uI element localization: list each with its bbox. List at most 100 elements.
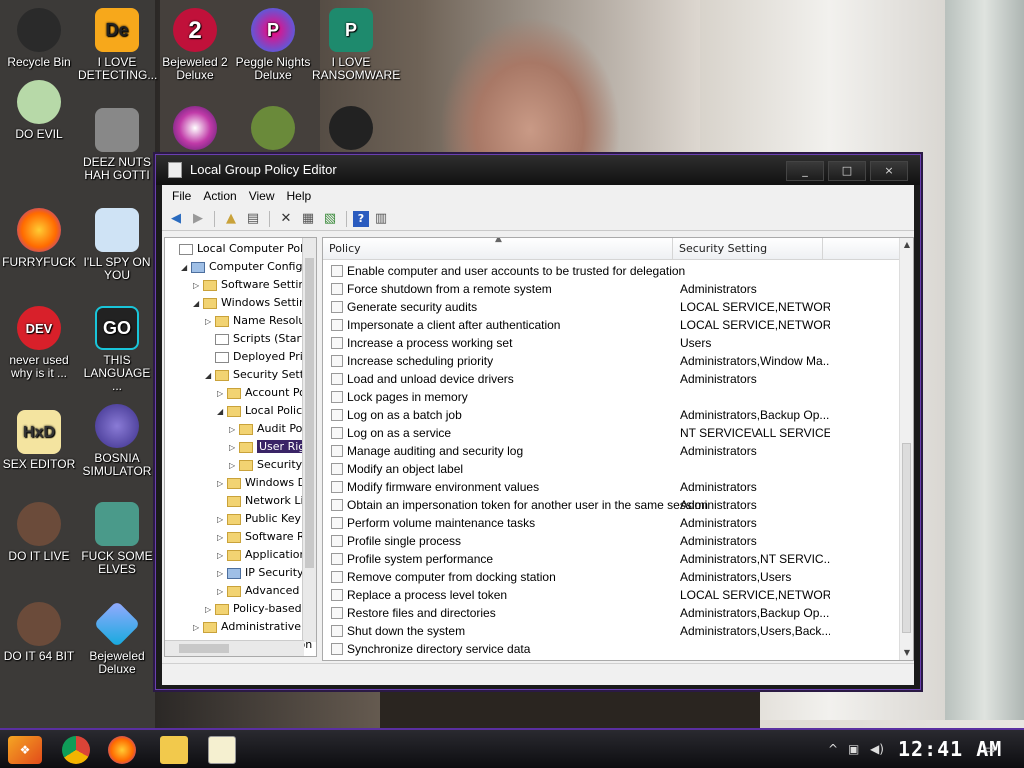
- maximize-button[interactable]: □: [828, 161, 866, 181]
- tree-node[interactable]: ▷Administrative Templates: [193, 618, 316, 637]
- policy-row[interactable]: Enable computer and user accounts to be …: [323, 262, 901, 280]
- tree-expander-icon[interactable]: ▷: [205, 601, 215, 619]
- tree-node[interactable]: Local Computer Policy: [169, 240, 316, 258]
- desktop-icon-peggle-nights[interactable]: P Peggle Nights Deluxe: [234, 8, 312, 82]
- policy-row[interactable]: Log on as a service NT SERVICE\ALL SERVIC…: [323, 424, 901, 442]
- policy-row[interactable]: Force shutdown from a remote system Admin…: [323, 280, 901, 298]
- tree-node[interactable]: Scripts (Startup/Shutdown): [205, 330, 316, 348]
- tree-node[interactable]: ▷ Software Settings: [193, 276, 316, 295]
- policy-row[interactable]: Load and unload device drivers Administra…: [323, 370, 901, 388]
- policy-row[interactable]: Impersonate a client after authenticatio…: [323, 316, 901, 334]
- network-icon[interactable]: ▣: [848, 742, 859, 756]
- view-icon[interactable]: ▥: [371, 210, 391, 228]
- scroll-down-arrow-icon[interactable]: ▼: [900, 646, 913, 660]
- policy-row[interactable]: Lock pages in memory: [323, 388, 901, 406]
- desktop-icon-bejeweled2[interactable]: 2 Bejeweled 2 Deluxe: [156, 8, 234, 82]
- properties-icon[interactable]: ▦: [298, 210, 318, 228]
- policy-row[interactable]: Profile system performance Administrators…: [323, 550, 901, 568]
- policy-row[interactable]: Shut down the system Administrators,Users…: [323, 622, 901, 640]
- tree-hscroll-thumb[interactable]: [179, 644, 229, 653]
- tree-expander-icon[interactable]: ▷: [217, 583, 227, 601]
- tree-expander-icon[interactable]: ▷: [229, 457, 239, 475]
- tree-node[interactable]: ▷Name Resolution Policy: [205, 312, 316, 331]
- tree-node[interactable]: ◢ Computer Configuration: [181, 258, 316, 277]
- policy-row[interactable]: Replace a process level token LOCAL SERVI…: [323, 586, 901, 604]
- tree-vertical-scrollbar[interactable]: [302, 238, 316, 642]
- policy-row[interactable]: Remove computer from docking station Admi…: [323, 568, 901, 586]
- console-tree[interactable]: Local Computer Policy ◢ Computer Configura…: [164, 237, 317, 657]
- policy-row[interactable]: Synchronize directory service data: [323, 640, 901, 658]
- desktop-icon-ransomware[interactable]: P I LOVE RANSOMWARE: [312, 8, 400, 82]
- policy-row[interactable]: Restore files and directories Administrat…: [323, 604, 901, 622]
- column-header-security-setting[interactable]: Security Setting: [673, 238, 823, 260]
- menu-file[interactable]: File: [166, 189, 197, 203]
- menu-help[interactable]: Help: [281, 189, 318, 203]
- desktop-icon-deez-nuts[interactable]: DEEZ NUTS HAH GOTTI: [78, 108, 156, 182]
- group-policy-editor-window[interactable]: Local Group Policy Editor _ □ × File Act…: [155, 154, 921, 690]
- back-arrow-icon[interactable]: ◀: [166, 210, 186, 228]
- tree-expander-icon[interactable]: ▷: [217, 529, 227, 547]
- menu-view[interactable]: View: [243, 189, 281, 203]
- tree-expander-icon[interactable]: ◢: [193, 295, 203, 313]
- close-button[interactable]: ×: [870, 161, 908, 181]
- up-folder-icon[interactable]: ▲: [221, 210, 241, 228]
- policy-row[interactable]: Modify firmware environment values Admini…: [323, 478, 901, 496]
- tree-expander-icon[interactable]: ◢: [181, 259, 191, 277]
- tree-horizontal-scrollbar[interactable]: [165, 640, 304, 656]
- tree-node[interactable]: Deployed Printers: [205, 348, 316, 366]
- notepad-icon[interactable]: [208, 736, 236, 764]
- notification-icon[interactable]: ▭: [984, 742, 995, 756]
- window-titlebar[interactable]: Local Group Policy Editor _ □ ×: [156, 155, 920, 185]
- tree-expander-icon[interactable]: ▷: [193, 277, 203, 295]
- chevron-up-icon[interactable]: ^: [828, 742, 838, 756]
- policy-row[interactable]: Log on as a batch job Administrators,Back…: [323, 406, 901, 424]
- desktop-icon-sex-editor[interactable]: HxD SEX EDITOR: [0, 410, 78, 471]
- tree-expander-icon[interactable]: ▷: [229, 439, 239, 457]
- policy-row[interactable]: Modify an object label: [323, 460, 901, 478]
- desktop-icon-do-it-live[interactable]: DO IT LIVE: [0, 502, 78, 563]
- minimize-button[interactable]: _: [786, 161, 824, 181]
- policy-row[interactable]: Perform volume maintenance tasks Administ…: [323, 514, 901, 532]
- policy-row[interactable]: Manage auditing and security log Administ…: [323, 442, 901, 460]
- desktop-icon-bejeweled-deluxe[interactable]: Bejeweled Deluxe: [78, 600, 156, 676]
- list-vertical-scrollbar[interactable]: ▲ ▼: [899, 238, 913, 660]
- desktop-icon-recycle-bin[interactable]: Recycle Bin: [0, 8, 78, 69]
- help-icon[interactable]: ?: [353, 210, 369, 227]
- delete-icon[interactable]: ✕: [276, 210, 296, 228]
- desktop-icon-spy[interactable]: I'LL SPY ON YOU: [78, 208, 156, 282]
- tree-expander-icon[interactable]: ▷: [217, 385, 227, 403]
- tree-expander-icon[interactable]: ▷: [205, 313, 215, 331]
- list-scroll-thumb[interactable]: [902, 443, 911, 633]
- policy-row[interactable]: Increase scheduling priority Administrato…: [323, 352, 901, 370]
- tree-node[interactable]: ▷Policy-based QoS: [205, 600, 316, 619]
- desktop-icon-go[interactable]: GO THIS LANGUAGE ...: [78, 306, 156, 393]
- tree-expander-icon[interactable]: ◢: [205, 367, 215, 385]
- tree-expander-icon[interactable]: ◢: [217, 403, 227, 421]
- policy-row[interactable]: Generate security audits LOCAL SERVICE,NE…: [323, 298, 901, 316]
- forward-arrow-icon[interactable]: ▶: [188, 210, 208, 228]
- policy-list[interactable]: Policy ▲ Security Setting Enable compute…: [322, 237, 914, 661]
- desktop-icon-bosnia-simulator[interactable]: BOSNIA SIMULATOR: [78, 404, 156, 478]
- desktop-icon-dev-cpp[interactable]: DEV never used why is it ...: [0, 306, 78, 380]
- desktop-icon-do-it-64-bit[interactable]: DO IT 64 BIT: [0, 602, 78, 663]
- desktop-icon-fuck-some-elves[interactable]: FUCK SOME ELVES: [78, 502, 156, 576]
- tree-expander-icon[interactable]: ▷: [217, 565, 227, 583]
- volume-icon[interactable]: ◀): [870, 742, 884, 756]
- policy-row[interactable]: Profile single process Administrators: [323, 532, 901, 550]
- menu-action[interactable]: Action: [197, 189, 242, 203]
- show-hide-tree-icon[interactable]: ▤: [243, 210, 263, 228]
- desktop-icon-detect-it-easy[interactable]: De I LOVE DETECTING...: [78, 8, 157, 82]
- tree-expander-icon[interactable]: ▷: [217, 547, 227, 565]
- tree-expander-icon[interactable]: ▷: [229, 421, 239, 439]
- tree-expander-icon[interactable]: ▷: [217, 475, 227, 493]
- desktop-icon-flower[interactable]: [234, 106, 312, 154]
- tree-expander-icon[interactable]: ▷: [193, 619, 203, 637]
- tree-scroll-thumb[interactable]: [305, 258, 314, 568]
- file-explorer-icon[interactable]: [160, 736, 188, 764]
- desktop-icon-do-evil[interactable]: DO EVIL: [0, 80, 78, 141]
- desktop-icon-gem[interactable]: [156, 106, 234, 154]
- chrome-icon[interactable]: [62, 736, 90, 764]
- start-button[interactable]: ❖: [8, 736, 42, 764]
- firefox-icon[interactable]: [108, 736, 136, 764]
- tree-node[interactable]: ◢ Windows Settings: [193, 294, 316, 313]
